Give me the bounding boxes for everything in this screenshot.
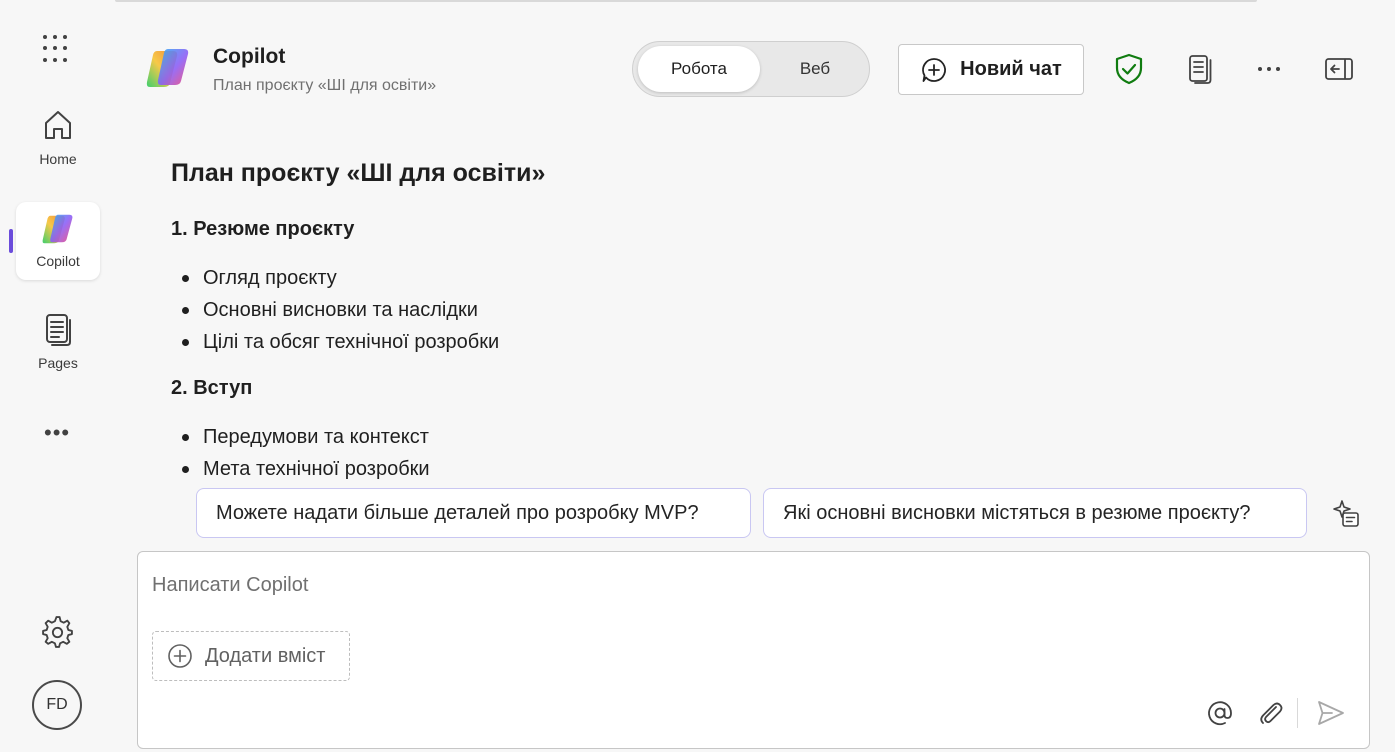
send-icon[interactable]: [1316, 699, 1346, 727]
copilot-logo-icon: [42, 214, 73, 244]
section-heading: 2. Вступ: [171, 377, 253, 399]
left-rail: Home Copilot Pages ••• FD: [0, 0, 115, 752]
rail-item-label: Pages: [38, 355, 78, 371]
list-item: Цілі та обсяг технічної розробки: [171, 326, 499, 358]
attach-paperclip-icon[interactable]: [1256, 699, 1284, 727]
conversation-subtitle: План проєкту «ШІ для освіти»: [213, 77, 437, 94]
toggle-web[interactable]: Веб: [763, 46, 867, 92]
document-title: План проєкту «ШІ для освіти»: [171, 159, 546, 187]
toggle-work[interactable]: Робота: [638, 46, 760, 92]
add-content-button[interactable]: Додати вміст: [152, 631, 350, 681]
app-launcher-icon[interactable]: [43, 35, 71, 63]
rail-item-label: Home: [39, 151, 77, 167]
app-title: Copilot: [213, 45, 286, 68]
collapse-panel-icon[interactable]: [1324, 56, 1354, 82]
home-icon: [45, 111, 71, 139]
rail-item-copilot[interactable]: Copilot: [16, 202, 100, 280]
composer-divider: [1297, 698, 1298, 728]
suggestion-chip[interactable]: Можете надати більше деталей про розробк…: [196, 488, 751, 538]
more-icon[interactable]: [1256, 60, 1282, 78]
avatar[interactable]: FD: [32, 680, 82, 730]
bullet-list: Передумови та контекст Мета технічної ро…: [171, 421, 430, 485]
bullet-list: Огляд проєкту Основні висновки та наслід…: [171, 262, 499, 358]
message-input[interactable]: [152, 574, 1152, 597]
list-item: Основні висновки та наслідки: [171, 294, 499, 326]
rail-item-pages[interactable]: Pages: [16, 312, 100, 371]
add-chat-icon: [922, 57, 947, 82]
notebook-icon[interactable]: [1186, 53, 1214, 85]
list-item: Передумови та контекст: [171, 421, 430, 453]
copilot-logo-icon: [146, 49, 189, 87]
suggestion-chip[interactable]: Які основні висновки містяться в резюме …: [763, 488, 1307, 538]
new-chat-button[interactable]: Новий чат: [898, 44, 1084, 95]
list-item: Мета технічної розробки: [171, 453, 430, 485]
add-content-label: Додати вміст: [205, 644, 326, 667]
chat-composer: Додати вміст: [137, 551, 1370, 749]
more-apps-icon[interactable]: •••: [44, 420, 70, 446]
new-chat-label: Новий чат: [960, 58, 1062, 80]
section-heading: 1. Резюме проєкту: [171, 218, 355, 240]
rail-item-home[interactable]: Home: [16, 108, 100, 167]
settings-gear-icon[interactable]: [41, 616, 74, 649]
pages-icon: [46, 314, 71, 346]
shield-check-icon[interactable]: [1114, 53, 1144, 85]
active-indicator: [9, 229, 13, 253]
work-web-toggle[interactable]: Робота Веб: [632, 41, 870, 97]
list-item: Огляд проєкту: [171, 262, 499, 294]
rail-item-label: Copilot: [36, 253, 80, 269]
add-circle-icon: [168, 644, 192, 668]
mention-icon[interactable]: [1206, 699, 1234, 727]
prompt-suggestions-icon[interactable]: [1331, 499, 1361, 529]
window-top-edge: [115, 0, 1257, 2]
